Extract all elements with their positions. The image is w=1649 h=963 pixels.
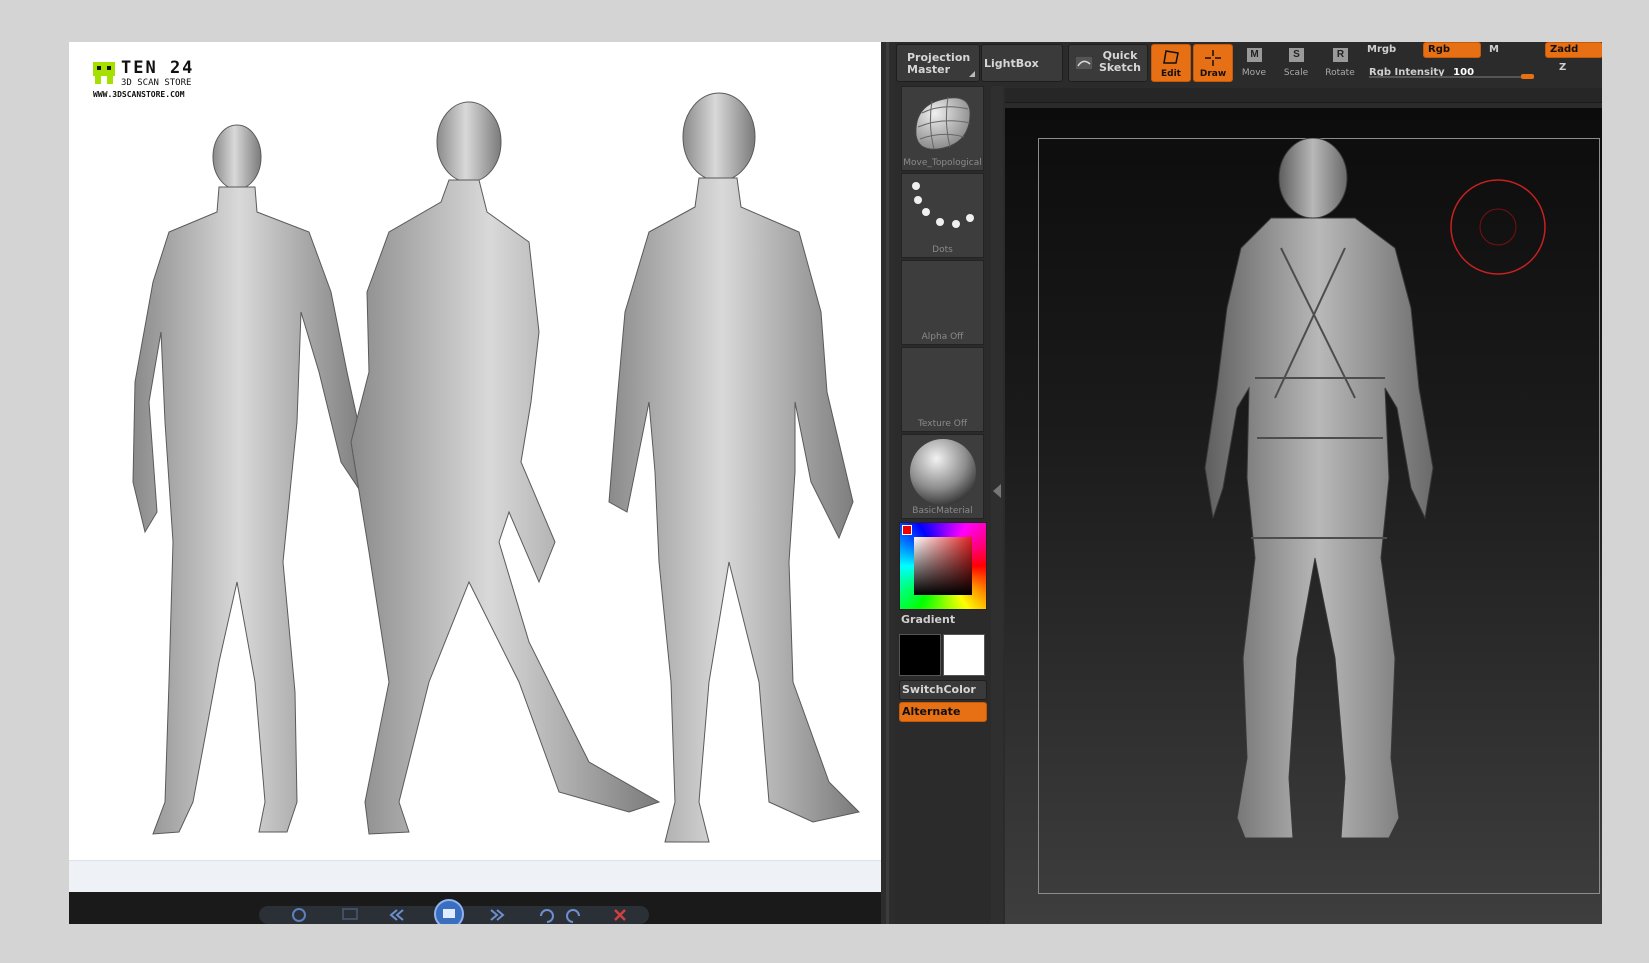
draw-button[interactable]: Draw <box>1193 44 1233 82</box>
material-selector[interactable]: BasicMaterial <box>901 434 984 519</box>
zadd-button[interactable]: Zadd <box>1545 42 1602 58</box>
color-hue-marker[interactable] <box>902 525 912 535</box>
quick-sketch-button[interactable]: Quick Sketch <box>1068 44 1148 82</box>
move-topological-brush-icon <box>915 96 971 150</box>
switch-color-button[interactable]: SwitchColor <box>899 680 987 700</box>
window-divider[interactable] <box>881 42 895 924</box>
alternate-button[interactable]: Alternate <box>899 702 987 722</box>
texture-name: Texture Off <box>917 419 968 429</box>
z-button[interactable]: Z <box>1559 62 1566 73</box>
edit-button[interactable]: Edit <box>1151 44 1191 82</box>
stroke-selector[interactable]: Dots <box>901 173 984 258</box>
tray-collapse-strip[interactable] <box>991 86 1003 924</box>
color-saturation-box[interactable] <box>914 537 972 595</box>
rgb-intensity-slider[interactable]: Rgb Intensity 100 <box>1369 62 1534 80</box>
quick-sketch-label: Quick Sketch <box>1098 49 1141 74</box>
draw-icon <box>1205 50 1221 66</box>
draw-label: Draw <box>1199 69 1227 79</box>
image-viewer: TEN 24 3D SCAN STORE WWW.3DSCANSTORE.COM <box>69 42 881 924</box>
m-button[interactable]: M <box>1489 44 1499 55</box>
viewer-taskbar <box>69 892 881 924</box>
viewer-controls <box>259 899 649 924</box>
brush-name: Move_Topological <box>903 158 982 168</box>
document-canvas[interactable] <box>1005 108 1602 924</box>
move-button[interactable]: M Move <box>1235 44 1273 80</box>
scale-button[interactable]: S Scale <box>1277 44 1315 80</box>
move-label: Move <box>1241 68 1267 78</box>
stroke-name: Dots <box>932 245 953 255</box>
alpha-name: Alpha Off <box>921 332 964 342</box>
edit-label: Edit <box>1161 69 1181 79</box>
zbrush-window: Projection Master LightBox Quick Sketch … <box>895 42 1602 924</box>
rgb-button[interactable]: Rgb <box>1423 42 1481 58</box>
pilot-3d-model <box>1204 138 1434 839</box>
edit-icon <box>1163 50 1179 64</box>
figure-front <box>132 124 370 835</box>
reference-anatomy-image <box>132 92 861 843</box>
rotate-key-icon: R <box>1333 48 1348 62</box>
left-tray: Move_Topological Dots Alpha Off Texture … <box>895 86 991 924</box>
dots-stroke-icon <box>912 182 974 228</box>
material-name: BasicMaterial <box>912 506 973 516</box>
projection-master-button[interactable]: Projection Master <box>896 44 980 82</box>
projection-master-label: Projection Master <box>907 51 971 76</box>
lightbox-label: LightBox <box>984 57 1039 70</box>
lightbox-button[interactable]: LightBox <box>981 44 1063 82</box>
rotate-button[interactable]: R Rotate <box>1319 44 1361 80</box>
move-key-icon: M <box>1247 48 1262 62</box>
main-color-swatch[interactable] <box>899 634 941 676</box>
collapse-arrow-icon <box>993 484 1001 498</box>
rotate-label: Rotate <box>1325 68 1355 78</box>
alpha-selector[interactable]: Alpha Off <box>901 260 984 345</box>
mrgb-button[interactable]: Mrgb <box>1367 44 1396 55</box>
rgb-intensity-thumb[interactable] <box>1521 74 1534 79</box>
color-picker[interactable] <box>899 522 987 610</box>
sketch-icon <box>1075 56 1093 70</box>
scale-key-icon: S <box>1289 48 1304 62</box>
figure-back <box>608 92 861 843</box>
brush-selector[interactable]: Move_Topological <box>901 86 984 171</box>
canvas-header-strip <box>1005 88 1602 103</box>
texture-selector[interactable]: Texture Off <box>901 347 984 432</box>
scale-label: Scale <box>1283 68 1309 78</box>
secondary-color-swatch[interactable] <box>943 634 985 676</box>
expand-corner-icon <box>969 71 975 77</box>
gradient-toggle[interactable]: Gradient <box>901 613 955 626</box>
basic-material-sphere-icon <box>910 439 976 505</box>
